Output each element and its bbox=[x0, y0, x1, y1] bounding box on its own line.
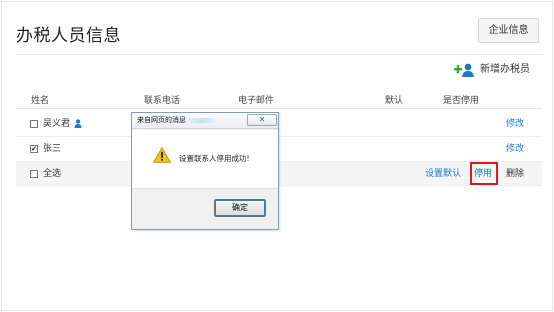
user-icon bbox=[74, 119, 82, 128]
dialog-title-blur bbox=[188, 118, 218, 123]
select-all-label: 全选 bbox=[43, 169, 62, 179]
message-dialog: 来自网页的消息 ✕ 设置联系人停用成功! 确定 bbox=[131, 112, 279, 230]
title-divider bbox=[16, 54, 542, 55]
row-name: 张三 bbox=[43, 144, 62, 154]
add-taxpayer-label: 新增办税员 bbox=[480, 64, 530, 75]
table-footer-row: 全选 设置默认 停用 删除 bbox=[16, 162, 542, 186]
main-panel: 办税人员信息 企业信息 新增办税员 姓名 联系电话 电子邮件 默认 是否停用 吴… bbox=[1, 1, 553, 311]
column-header-default: 默认 bbox=[385, 96, 404, 106]
close-icon[interactable]: ✕ bbox=[247, 114, 277, 126]
row-checkbox[interactable]: ✔ bbox=[30, 145, 38, 153]
column-header-phone: 联系电话 bbox=[144, 96, 181, 106]
set-default-link[interactable]: 设置默认 bbox=[425, 168, 461, 180]
row-checkbox[interactable] bbox=[30, 120, 38, 128]
row-name: 吴义君 bbox=[43, 119, 71, 129]
dialog-message: 设置联系人停用成功! bbox=[179, 154, 250, 163]
table-row: ✔ 张三 修改 bbox=[16, 137, 542, 162]
warning-icon bbox=[153, 147, 171, 163]
edit-link[interactable]: 修改 bbox=[506, 118, 524, 130]
table-row: 吴义君 修改 bbox=[16, 112, 542, 137]
page-title: 办税人员信息 bbox=[16, 26, 121, 46]
edit-link[interactable]: 修改 bbox=[506, 143, 524, 155]
column-header-name: 姓名 bbox=[31, 96, 50, 106]
add-user-icon bbox=[454, 63, 474, 77]
dialog-titlebar[interactable]: 来自网页的消息 ✕ bbox=[132, 113, 278, 129]
column-header-email: 电子邮件 bbox=[238, 96, 275, 106]
company-info-button[interactable]: 企业信息 bbox=[478, 18, 539, 43]
select-all-checkbox[interactable] bbox=[30, 170, 38, 178]
disable-highlight-box bbox=[470, 162, 498, 185]
add-taxpayer-button[interactable]: 新增办税员 bbox=[454, 62, 530, 78]
dialog-title: 来自网页的消息 bbox=[137, 116, 186, 124]
dialog-footer: 确定 bbox=[132, 188, 278, 229]
ok-button[interactable]: 确定 bbox=[214, 199, 266, 217]
column-header-disabled: 是否停用 bbox=[443, 96, 480, 106]
delete-link[interactable]: 删除 bbox=[506, 168, 524, 180]
header-divider bbox=[16, 108, 542, 109]
